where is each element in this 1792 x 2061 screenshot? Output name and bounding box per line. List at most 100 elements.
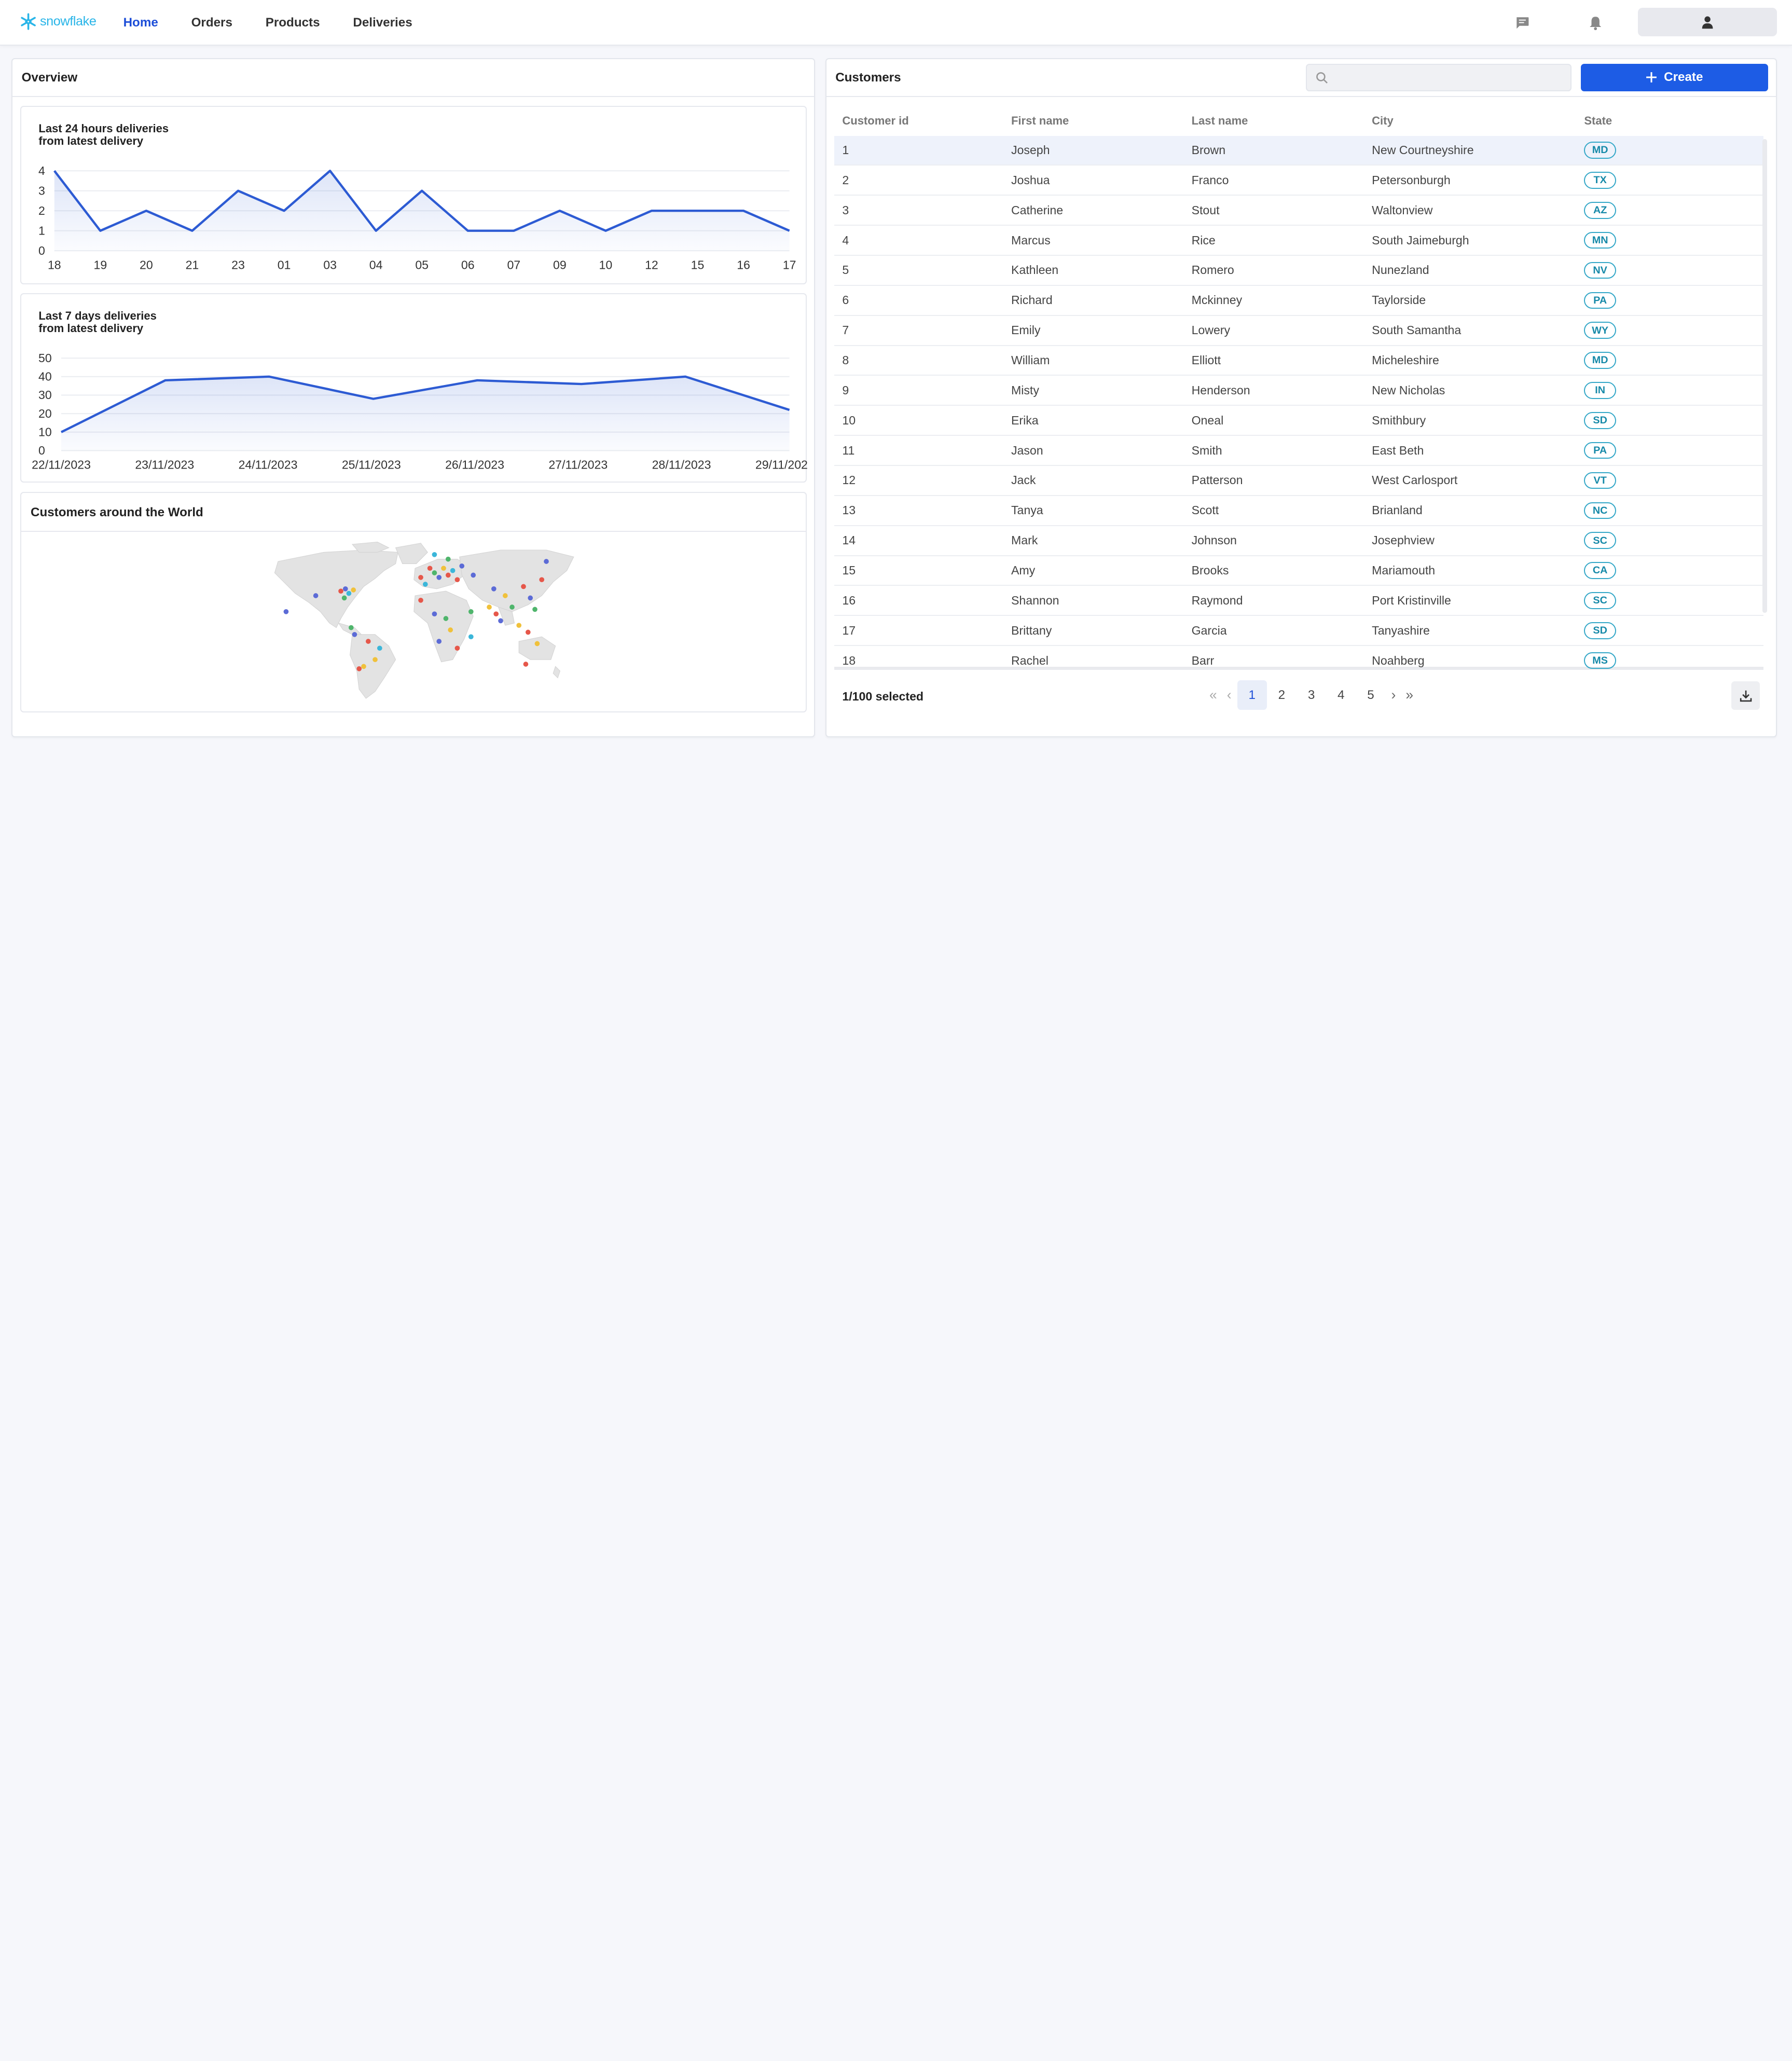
prev-page-button[interactable]: ‹	[1221, 680, 1237, 710]
table-row[interactable]: 10 Erika Oneal Smithbury SD	[834, 406, 1763, 436]
cell-last-name: Romero	[1191, 263, 1234, 277]
page-4-button[interactable]: 4	[1326, 680, 1356, 710]
y-tick-label: 20	[38, 407, 52, 420]
cell-first-name: Catherine	[1011, 203, 1064, 217]
cell-last-name: Brown	[1191, 143, 1226, 157]
download-button[interactable]	[1731, 681, 1760, 710]
vertical-scrollbar[interactable]	[1762, 139, 1767, 613]
cell-customer-id: 16	[842, 593, 856, 607]
cell-state: PA	[1584, 292, 1755, 309]
table-row[interactable]: 3 Catherine Stout Waltonview AZ	[834, 196, 1763, 226]
chart-24h-plot: 0123418 19 20 21 23 01 03 04 05 06 07 09 10 12 15 16 17	[38, 164, 796, 272]
nav-products[interactable]: Products	[266, 16, 320, 30]
chat-icon[interactable]	[1513, 13, 1532, 32]
cell-city: Port Kristinville	[1372, 593, 1451, 607]
customers-header: Customers Create	[826, 59, 1776, 97]
cell-first-name: Kathleen	[1011, 263, 1059, 277]
world-map-card: Customers around the World	[20, 491, 808, 713]
x-tick-label: 12	[645, 258, 658, 272]
x-tick-label: 03	[324, 258, 337, 272]
last-page-button[interactable]: »	[1401, 680, 1417, 710]
overview-title: Overview	[21, 71, 78, 85]
cell-state: TX	[1584, 172, 1755, 189]
cell-state: NC	[1584, 502, 1755, 519]
page-5-button[interactable]: 5	[1356, 680, 1385, 710]
cell-last-name: Elliott	[1191, 353, 1221, 367]
cell-first-name: Rachel	[1011, 653, 1049, 667]
cell-last-name: Barr	[1191, 653, 1215, 667]
cell-customer-id: 14	[842, 533, 856, 547]
page-3-button[interactable]: 3	[1297, 680, 1326, 710]
y-tick-label: 0	[38, 244, 45, 257]
table-row[interactable]: 17 Brittany Garcia Tanyashire SD	[834, 616, 1763, 647]
user-menu-button[interactable]	[1638, 8, 1777, 37]
cell-first-name: William	[1011, 353, 1050, 367]
table-row[interactable]: 11 Jason Smith East Beth PA	[834, 436, 1763, 466]
table-row[interactable]: 9 Misty Henderson New Nicholas IN	[834, 376, 1763, 406]
state-badge: AZ	[1584, 201, 1616, 219]
nav-orders[interactable]: Orders	[191, 16, 232, 30]
search-input[interactable]	[1334, 64, 1563, 90]
table-row[interactable]: 13 Tanya Scott Brianland NC	[834, 496, 1763, 526]
cell-first-name: Marcus	[1011, 233, 1051, 247]
cell-last-name: Scott	[1191, 503, 1219, 517]
first-page-button[interactable]: «	[1205, 680, 1221, 710]
column-header-customer-id[interactable]: Customer id	[834, 114, 1011, 128]
table-row[interactable]: 14 Mark Johnson Josephview SC	[834, 526, 1763, 556]
y-tick-label: 10	[38, 425, 52, 439]
table-row[interactable]: 16 Shannon Raymond Port Kristinville SC	[834, 586, 1763, 616]
world-map[interactable]	[21, 493, 808, 713]
cell-last-name: Garcia	[1191, 623, 1227, 637]
state-badge: SD	[1584, 411, 1616, 429]
cell-first-name: Joseph	[1011, 143, 1050, 157]
snowflake-logo[interactable]: snowflake	[19, 12, 97, 31]
table-row[interactable]: 1 Joseph Brown New Courtneyshire MD	[834, 135, 1763, 166]
column-header-state[interactable]: State	[1584, 114, 1755, 128]
cell-last-name: Rice	[1191, 233, 1216, 247]
cell-state: CA	[1584, 562, 1755, 579]
table-row[interactable]: 4 Marcus Rice South Jaimeburgh MN	[834, 226, 1763, 256]
state-badge: NV	[1584, 262, 1616, 279]
cell-customer-id: 1	[842, 143, 849, 157]
table-row[interactable]: 18 Rachel Barr Noahberg MS	[834, 646, 1763, 670]
cell-last-name: Stout	[1191, 203, 1220, 217]
cell-first-name: Jack	[1011, 473, 1036, 487]
customers-table: Customer id First name Last name City St…	[834, 106, 1763, 670]
table-row[interactable]: 12 Jack Patterson West Carlosport VT	[834, 466, 1763, 496]
cell-first-name: Shannon	[1011, 593, 1059, 607]
y-tick-label: 0	[38, 444, 45, 457]
x-tick-label: 23	[232, 258, 245, 272]
cell-city: Micheleshire	[1372, 353, 1439, 367]
cell-customer-id: 6	[842, 293, 849, 307]
bell-icon[interactable]	[1587, 13, 1605, 32]
cell-first-name: Amy	[1011, 564, 1036, 578]
page-2-button[interactable]: 2	[1267, 680, 1297, 710]
cell-first-name: Richard	[1011, 293, 1053, 307]
table-row[interactable]: 8 William Elliott Micheleshire MD	[834, 346, 1763, 376]
table-row[interactable]: 7 Emily Lowery South Samantha WY	[834, 316, 1763, 346]
next-page-button[interactable]: ›	[1386, 680, 1402, 710]
cell-city: Brianland	[1372, 503, 1423, 517]
column-header-city[interactable]: City	[1372, 114, 1584, 128]
table-row[interactable]: 2 Joshua Franco Petersonburgh TX	[834, 166, 1763, 196]
user-icon	[1702, 16, 1713, 29]
x-tick-label: 24/11/2023	[239, 458, 298, 472]
state-badge: SC	[1584, 592, 1616, 609]
cell-customer-id: 13	[842, 503, 856, 517]
search-box[interactable]	[1305, 63, 1572, 91]
pagination: « ‹ 1 2 3 4 5 › »	[1205, 680, 1417, 710]
table-row[interactable]: 5 Kathleen Romero Nunezland NV	[834, 256, 1763, 286]
nav-deliveries[interactable]: Deliveries	[353, 16, 412, 30]
column-header-last-name[interactable]: Last name	[1192, 114, 1372, 128]
nav-home[interactable]: Home	[123, 16, 158, 30]
table-row[interactable]: 6 Richard Mckinney Taylorside PA	[834, 286, 1763, 316]
chat-icon-glyph	[1517, 17, 1529, 29]
cell-last-name: Henderson	[1191, 383, 1250, 397]
create-button[interactable]: Create	[1580, 63, 1768, 91]
cell-city: Waltonview	[1372, 203, 1433, 217]
cell-city: Taylorside	[1372, 293, 1426, 307]
table-row[interactable]: 15 Amy Brooks Mariamouth CA	[834, 556, 1763, 586]
cell-customer-id: 3	[842, 203, 849, 217]
column-header-first-name[interactable]: First name	[1011, 114, 1192, 128]
page-1-button[interactable]: 1	[1237, 680, 1267, 710]
